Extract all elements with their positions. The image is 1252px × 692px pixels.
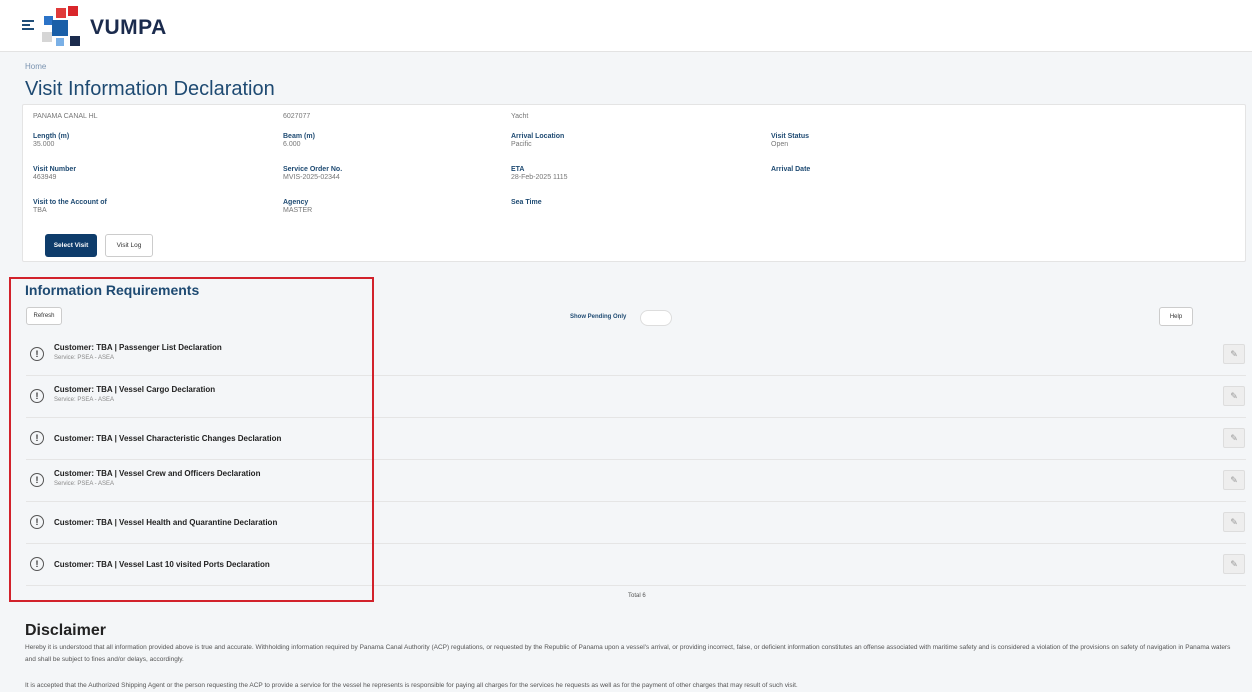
- beam-label: Beam (m): [283, 133, 315, 140]
- list-item[interactable]: ! Customer: TBA | Vessel Characteristic …: [26, 418, 1246, 460]
- length-label: Length (m): [33, 133, 70, 140]
- requirement-name: Customer: TBA | Vessel Health and Quaran…: [54, 518, 278, 527]
- vessel-id-number: 6027077: [283, 113, 311, 120]
- requirement-service: Service: PSEA - ASEA: [54, 355, 115, 361]
- info-icon: !: [30, 389, 44, 403]
- service-order-field: Service Order No. MVIS-2025-02344: [283, 166, 342, 181]
- list-item[interactable]: ! Customer: TBA | Vessel Last 10 visited…: [26, 544, 1246, 586]
- list-item[interactable]: ! Customer: TBA | Vessel Crew and Office…: [26, 460, 1246, 502]
- requirements-title: Information Requirements: [25, 282, 200, 298]
- requirement-name: Customer: TBA | Vessel Characteristic Ch…: [54, 434, 282, 443]
- disclaimer-title: Disclaimer: [25, 622, 106, 639]
- list-item[interactable]: ! Customer: TBA | Vessel Health and Quar…: [26, 502, 1246, 544]
- requirement-service: Service: PSEA - ASEA: [54, 397, 115, 403]
- menu-icon[interactable]: [22, 20, 34, 30]
- visit-number-value: 463949: [33, 174, 57, 181]
- eta-label: ETA: [511, 166, 525, 173]
- show-pending-toggle[interactable]: [640, 310, 672, 326]
- edit-icon[interactable]: ✎: [1223, 554, 1245, 574]
- refresh-button[interactable]: Refresh: [26, 307, 62, 325]
- agency-label: Agency: [283, 199, 309, 206]
- edit-icon[interactable]: ✎: [1223, 512, 1245, 532]
- agency-value: MASTER: [283, 207, 313, 214]
- account-value: TBA: [33, 207, 47, 214]
- requirement-name: Customer: TBA | Vessel Last 10 visited P…: [54, 560, 270, 569]
- logo-mark-icon: [40, 6, 86, 48]
- list-item[interactable]: ! Customer: TBA | Vessel Cargo Declarati…: [26, 376, 1246, 418]
- visit-number-field: Visit Number 463949: [33, 166, 76, 181]
- beam-field: Beam (m) 6.000: [283, 133, 315, 148]
- info-icon: !: [30, 515, 44, 529]
- info-icon: !: [30, 431, 44, 445]
- requirement-name: Customer: TBA | Vessel Cargo Declaration: [54, 385, 216, 394]
- visit-number-label: Visit Number: [33, 166, 77, 173]
- requirement-name: Customer: TBA | Passenger List Declarati…: [54, 343, 222, 352]
- page-title: Visit Information Declaration: [25, 78, 275, 100]
- info-icon: !: [30, 473, 44, 487]
- agency-field: Agency MASTER: [283, 199, 312, 214]
- arrival-location-label: Arrival Location: [511, 133, 565, 140]
- length-field: Length (m) 35.000: [33, 133, 69, 148]
- app-name: VUMPA: [90, 15, 167, 39]
- breadcrumb-home[interactable]: Home: [25, 62, 46, 71]
- top-bar: VUMPA: [0, 0, 1252, 52]
- visit-details-card: PANAMA CANAL HL 6027077 Yacht Length (m)…: [22, 104, 1246, 262]
- edit-icon[interactable]: ✎: [1223, 386, 1245, 406]
- account-label: Visit to the Account of: [33, 199, 107, 206]
- service-order-label: Service Order No.: [283, 166, 343, 173]
- help-button[interactable]: Help: [1159, 307, 1193, 326]
- total-count: Total 6: [628, 593, 646, 599]
- disclaimer-paragraph-2: It is accepted that the Authorized Shipp…: [25, 682, 798, 689]
- visit-status-field: Visit Status Open: [771, 133, 809, 148]
- show-pending-label: Show Pending Only: [570, 314, 627, 320]
- vessel-name: PANAMA CANAL HL: [33, 113, 98, 120]
- arrival-location-value: Pacific: [511, 141, 532, 148]
- requirements-list: ! Customer: TBA | Passenger List Declara…: [26, 334, 1246, 586]
- visit-status-value: Open: [771, 141, 789, 148]
- visit-status-label: Visit Status: [771, 133, 809, 140]
- edit-icon[interactable]: ✎: [1223, 344, 1245, 364]
- arrival-date-label: Arrival Date: [771, 166, 811, 173]
- visit-log-button[interactable]: Visit Log: [105, 234, 153, 257]
- info-icon: !: [30, 347, 44, 361]
- requirement-name: Customer: TBA | Vessel Crew and Officers…: [54, 469, 261, 478]
- beam-value: 6.000: [283, 141, 301, 148]
- arrival-date-field: Arrival Date: [771, 166, 810, 174]
- arrival-location-field: Arrival Location Pacific: [511, 133, 564, 148]
- requirement-service: Service: PSEA - ASEA: [54, 481, 115, 487]
- length-value: 35.000: [33, 141, 55, 148]
- disclaimer-paragraph-1: Hereby it is understood that all informa…: [25, 644, 1231, 663]
- eta-value: 28-Feb-2025 1115: [511, 174, 568, 181]
- sea-time-field: Sea Time: [511, 199, 542, 207]
- eta-field: ETA 28-Feb-2025 1115: [511, 166, 568, 181]
- app-logo[interactable]: VUMPA: [40, 6, 167, 48]
- list-item[interactable]: ! Customer: TBA | Passenger List Declara…: [26, 334, 1246, 376]
- info-icon: !: [30, 557, 44, 571]
- service-order-value: MVIS-2025-02344: [283, 174, 340, 181]
- select-visit-button[interactable]: Select Visit: [45, 234, 97, 257]
- account-field: Visit to the Account of TBA: [33, 199, 107, 214]
- edit-icon[interactable]: ✎: [1223, 428, 1245, 448]
- edit-icon[interactable]: ✎: [1223, 470, 1245, 490]
- sea-time-label: Sea Time: [511, 199, 542, 206]
- vessel-type: Yacht: [511, 113, 529, 120]
